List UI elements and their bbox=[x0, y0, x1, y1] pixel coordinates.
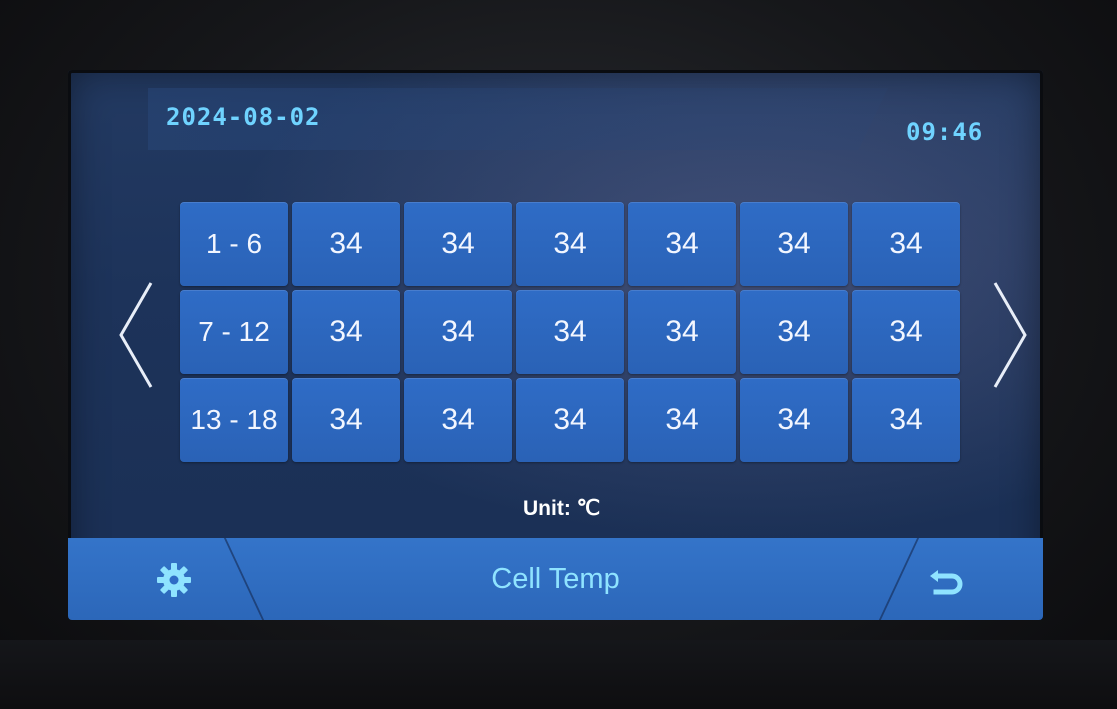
date-display: 2024-08-02 bbox=[166, 103, 321, 131]
chevron-right-icon[interactable] bbox=[983, 275, 1033, 395]
cell-temp-value: 34 bbox=[852, 290, 960, 374]
cell-temperature-grid: 1 - 6 34 34 34 34 34 34 7 - 12 34 34 34 … bbox=[180, 202, 960, 462]
time-display: 09:46 bbox=[906, 118, 984, 146]
cell-temp-value: 34 bbox=[628, 378, 736, 462]
cell-temp-value: 34 bbox=[628, 290, 736, 374]
cell-temp-value: 34 bbox=[516, 378, 624, 462]
row-label-1-6: 1 - 6 bbox=[180, 202, 288, 286]
cell-temp-value: 34 bbox=[292, 290, 400, 374]
cell-temp-value: 34 bbox=[292, 202, 400, 286]
cell-temp-value: 34 bbox=[852, 202, 960, 286]
touch-screen: 2024-08-02 09:46 1 - 6 34 34 34 34 34 34… bbox=[68, 70, 1043, 620]
cell-temp-value: 34 bbox=[404, 290, 512, 374]
cell-temp-value: 34 bbox=[292, 378, 400, 462]
cell-temp-value: 34 bbox=[516, 290, 624, 374]
row-label-7-12: 7 - 12 bbox=[180, 290, 288, 374]
cell-temp-value: 34 bbox=[852, 378, 960, 462]
page-title: Cell Temp bbox=[491, 563, 620, 595]
cell-temp-value: 34 bbox=[740, 290, 848, 374]
cell-temp-value: 34 bbox=[516, 202, 624, 286]
cell-temp-value: 34 bbox=[404, 202, 512, 286]
row-label-13-18: 13 - 18 bbox=[180, 378, 288, 462]
chevron-left-icon[interactable] bbox=[113, 275, 163, 395]
cell-temp-value: 34 bbox=[404, 378, 512, 462]
unit-label: Unit: ℃ bbox=[523, 497, 601, 520]
device-bezel-bottom bbox=[0, 640, 1117, 709]
cell-temp-value: 34 bbox=[740, 202, 848, 286]
cell-temp-value: 34 bbox=[740, 378, 848, 462]
back-arrow-icon[interactable] bbox=[928, 562, 966, 598]
cell-temp-value: 34 bbox=[628, 202, 736, 286]
